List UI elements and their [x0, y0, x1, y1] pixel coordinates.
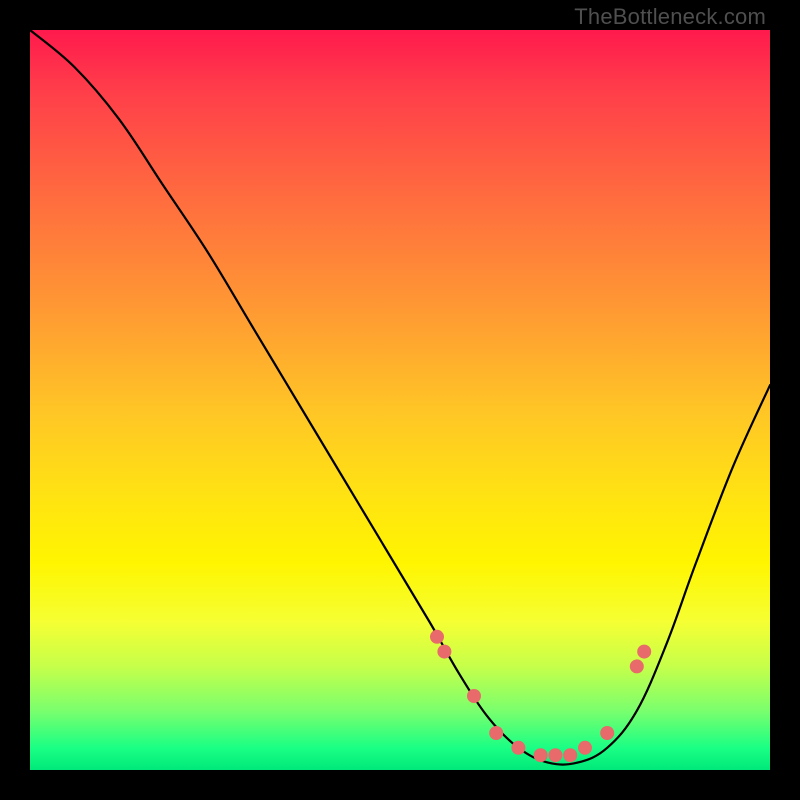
highlight-dot	[600, 726, 614, 740]
highlight-dot	[534, 748, 548, 762]
highlight-dot	[563, 748, 577, 762]
highlight-dots	[430, 630, 651, 762]
highlight-dot	[637, 645, 651, 659]
highlight-dot	[511, 741, 525, 755]
highlight-dot	[489, 726, 503, 740]
highlight-dot	[467, 689, 481, 703]
highlight-dot	[430, 630, 444, 644]
highlight-dot	[630, 659, 644, 673]
chart-svg	[30, 30, 770, 770]
highlight-dot	[578, 741, 592, 755]
highlight-dot	[437, 645, 451, 659]
watermark-text: TheBottleneck.com	[574, 4, 766, 30]
bottleneck-curve	[30, 30, 770, 765]
highlight-dot	[548, 748, 562, 762]
chart-frame: TheBottleneck.com	[0, 0, 800, 800]
plot-area	[30, 30, 770, 770]
